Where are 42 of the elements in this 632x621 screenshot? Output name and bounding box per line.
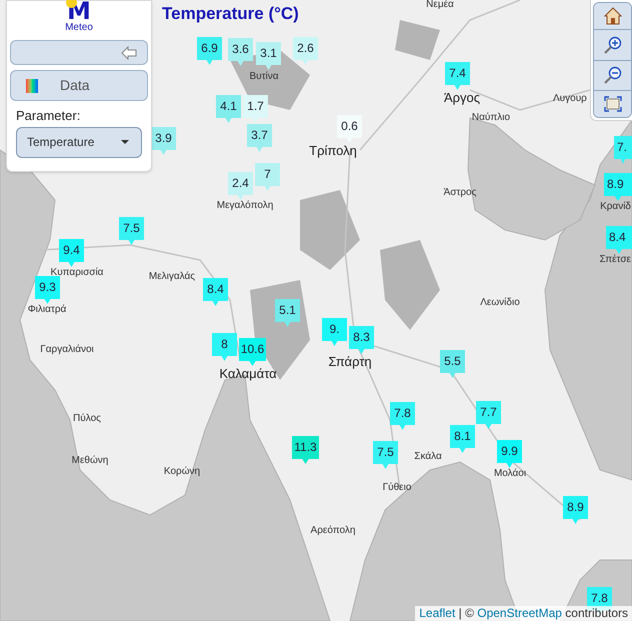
place-label: Λεωνίδιο bbox=[480, 298, 520, 308]
place-label: Ναύπλιο bbox=[472, 113, 510, 123]
zoom-in-button[interactable] bbox=[594, 30, 631, 60]
color-scale-icon bbox=[26, 78, 38, 92]
place-label: Σπέτσε bbox=[600, 255, 631, 265]
zoom-out-icon bbox=[604, 66, 622, 84]
place-label: Καλαμάτα bbox=[219, 367, 277, 380]
zoom-in-icon bbox=[604, 36, 622, 54]
place-label: Μεθώνη bbox=[72, 456, 108, 466]
place-label: Αρεόπολη bbox=[310, 526, 356, 536]
place-label: Γαργαλιάνοι bbox=[40, 345, 94, 355]
full-extent-icon bbox=[604, 96, 622, 112]
place-label: Κορώνη bbox=[164, 467, 200, 477]
full-extent-button[interactable] bbox=[594, 90, 631, 117]
place-label: Λυγουρ bbox=[553, 94, 587, 104]
place-label: Κυπαρισσία bbox=[50, 268, 104, 278]
data-button[interactable]: Data bbox=[10, 70, 148, 101]
map-attribution: Leaflet | © OpenStreetMap contributors bbox=[415, 606, 632, 621]
parameter-label: Parameter: bbox=[15, 107, 82, 125]
parameter-select[interactable]: Temperature bbox=[16, 126, 142, 158]
place-label: Τρίπολη bbox=[309, 144, 357, 157]
place-label: Πύλος bbox=[73, 414, 101, 424]
place-label: Άργος bbox=[444, 91, 480, 104]
leaflet-link[interactable]: Leaflet bbox=[419, 606, 456, 620]
place-label: Μολάοι bbox=[494, 469, 526, 479]
home-icon bbox=[604, 7, 622, 26]
zoom-out-button[interactable] bbox=[594, 60, 631, 91]
logo-text: Meteo bbox=[65, 22, 93, 34]
home-button[interactable] bbox=[594, 3, 631, 30]
place-label: Γύθειο bbox=[382, 483, 412, 493]
place-label: Σπάρτη bbox=[328, 355, 372, 368]
place-label: Κρανίδ bbox=[600, 202, 631, 212]
place-label: Μελιγαλάς bbox=[148, 272, 196, 282]
openstreetmap-link[interactable]: OpenStreetMap bbox=[477, 606, 562, 620]
place-label: Βυτίνα bbox=[249, 72, 279, 82]
place-label: Άστρος bbox=[444, 188, 476, 198]
caret-icon bbox=[121, 140, 129, 144]
map-title: Temperature (°C) bbox=[162, 3, 299, 25]
place-label: Φιλιατρά bbox=[28, 305, 66, 315]
place-label: Σκάλα bbox=[414, 452, 442, 462]
arrow-left-icon bbox=[121, 46, 137, 60]
place-label: Μεγαλόπολη bbox=[216, 201, 274, 211]
